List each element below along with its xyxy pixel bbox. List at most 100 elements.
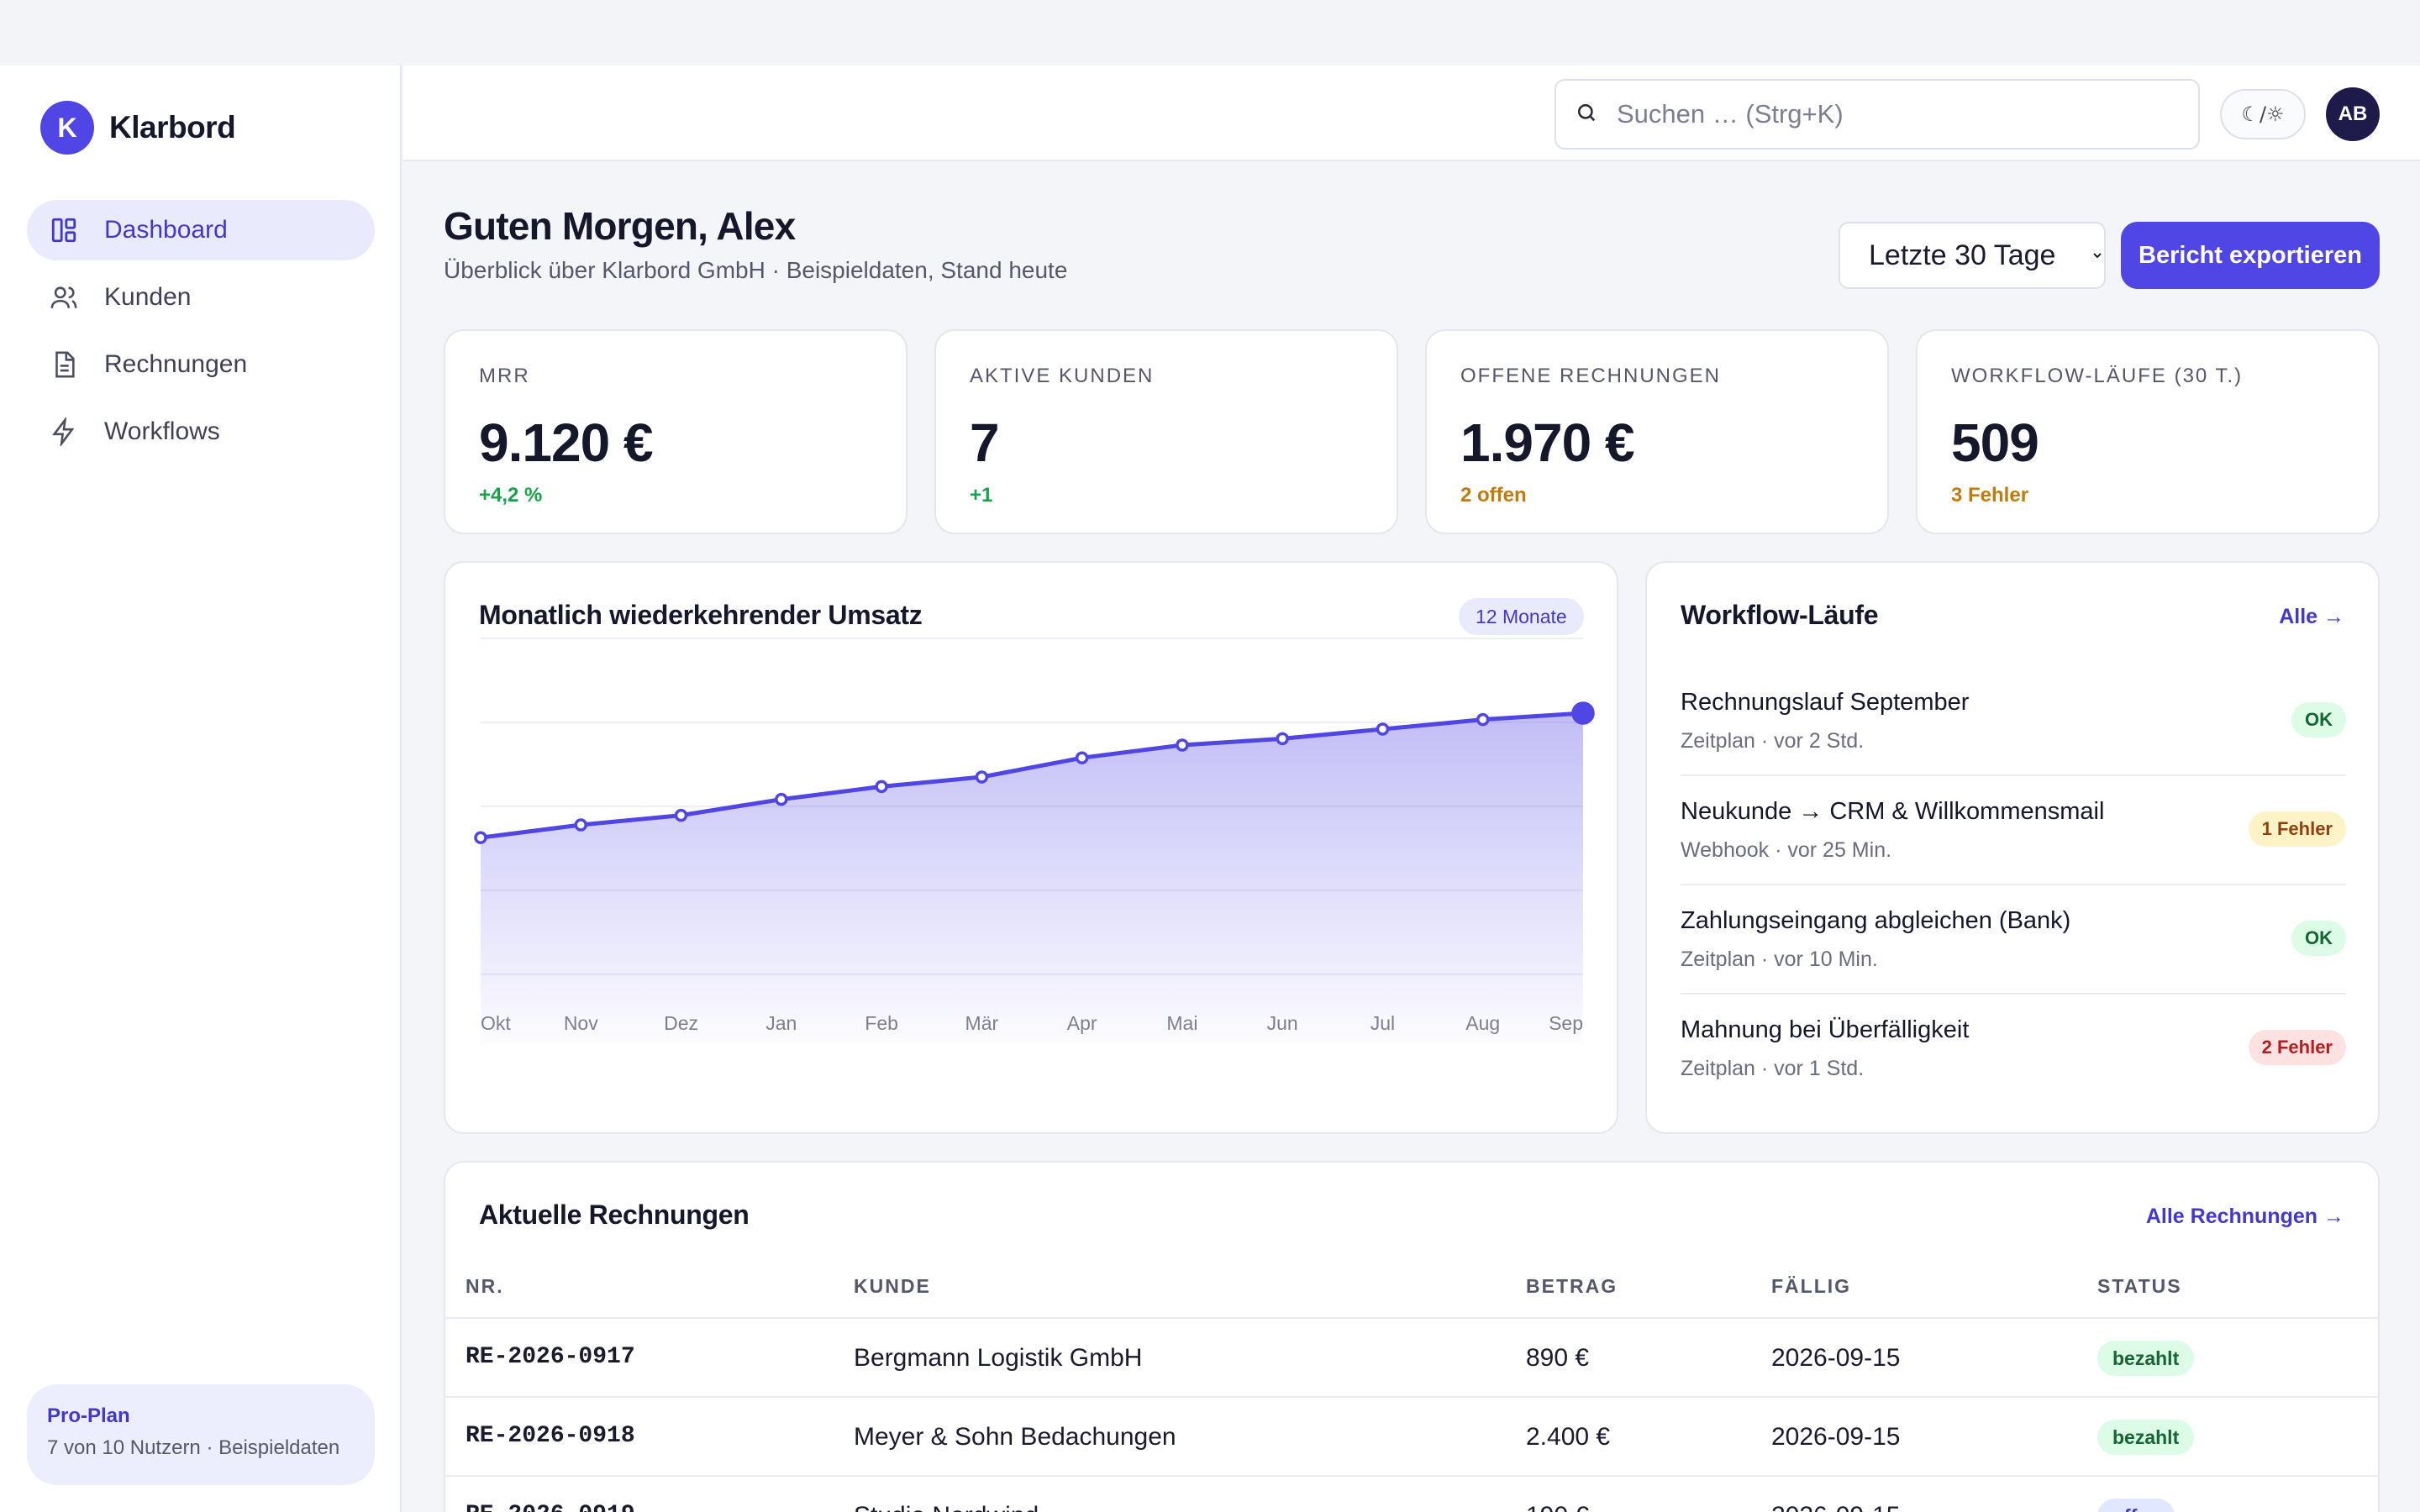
data-point[interactable]: [1571, 701, 1595, 725]
series-area: [481, 713, 1583, 1043]
page-subtitle: Überblick über Klarbord GmbH · Beispield…: [444, 257, 1068, 283]
x-tick-label: Mär: [965, 1012, 999, 1034]
kpi-label: MRR: [479, 365, 530, 387]
search-input[interactable]: [1617, 99, 2121, 129]
workflow-meta: Zeitplan · vor 10 Min.: [1681, 948, 1878, 971]
workflow-item[interactable]: Neukunde → CRM & Willkommensmail Webhook…: [1681, 776, 2346, 885]
page-title: Guten Morgen, Alex: [444, 204, 796, 248]
data-point[interactable]: [875, 780, 888, 794]
invoice-number[interactable]: RE-2026-0919: [466, 1502, 635, 1512]
invoice-due-date: 2026-09-15: [1771, 1502, 1900, 1512]
workflows-all-link[interactable]: Alle →: [2279, 605, 2344, 629]
column-header-kunde[interactable]: KUNDE: [854, 1275, 931, 1298]
kpi-delta: 3 Fehler: [1951, 484, 2029, 507]
browser-top-strip: [0, 0, 2420, 66]
plan-subtitle: 7 von 10 Nutzern · Beispieldaten: [47, 1436, 340, 1459]
search-icon: [1575, 101, 1598, 129]
kpi-card-mrr: MRR 9.120 € +4,2 %: [444, 329, 908, 534]
table-row[interactable]: RE-2026-0917 Bergmann Logistik GmbH 890 …: [445, 1317, 2378, 1396]
invoice-due-date: 2026-09-15: [1771, 1344, 1901, 1372]
data-point[interactable]: [775, 792, 788, 806]
sidebar-item-label: Rechnungen: [104, 350, 248, 378]
status-badge: OK: [2291, 702, 2346, 738]
data-point[interactable]: [1276, 732, 1289, 746]
export-report-button[interactable]: Bericht exportieren: [2121, 222, 2380, 289]
kpi-value: 7: [970, 412, 1000, 473]
brand-name: Klarbord: [109, 110, 236, 144]
mrr-chart: Okt Nov Dez Jan Feb Mär Apr Mai Jun Jul Aug Sep: [474, 638, 1595, 1043]
x-tick-label: Nov: [564, 1012, 598, 1034]
sidebar-item-label: Dashboard: [104, 216, 228, 244]
status-badge: 2 Fehler: [2248, 1030, 2346, 1065]
invoices-all-link[interactable]: Alle Rechnungen →: [2146, 1205, 2344, 1229]
x-tick-label: Feb: [865, 1012, 898, 1034]
data-point[interactable]: [1376, 722, 1390, 736]
x-tick-label: Jun: [1267, 1012, 1298, 1034]
sidebar-item-rechnungen[interactable]: Rechnungen: [27, 334, 375, 395]
data-point[interactable]: [574, 818, 588, 832]
status-badge: OK: [2291, 921, 2346, 956]
sidebar-item-workflows[interactable]: Workflows: [27, 402, 375, 462]
x-tick-label: Okt: [481, 1012, 511, 1034]
status-badge: offen: [2097, 1499, 2175, 1512]
data-point[interactable]: [674, 808, 688, 822]
revenue-panel: Monatlich wiederkehrender Umsatz 12 Mona…: [444, 561, 1618, 1134]
data-point[interactable]: [1476, 712, 1490, 727]
invoice-amount: 890 €: [1526, 1344, 1590, 1372]
x-tick-label: Sep: [1549, 1012, 1583, 1034]
kpi-label: OFFENE RECHNUNGEN: [1460, 365, 1722, 387]
sidebar-item-label: Workflows: [104, 417, 220, 445]
plan-card[interactable]: Pro-Plan 7 von 10 Nutzern · Beispieldate…: [27, 1384, 375, 1485]
x-tick-label: Aug: [1465, 1012, 1500, 1034]
sidebar-item-label: Kunden: [104, 283, 192, 311]
kpi-delta: +4,2 %: [479, 484, 543, 507]
avatar[interactable]: AB: [2326, 87, 2380, 141]
workflow-name: Zahlungseingang abgleichen (Bank): [1681, 907, 2071, 934]
kpi-card-open-invoices: OFFENE RECHNUNGEN 1.970 € 2 offen: [1425, 329, 1889, 534]
workflow-name: Neukunde → CRM & Willkommensmail: [1681, 798, 2105, 825]
invoice-due-date: 2026-09-15: [1771, 1423, 1901, 1451]
top-header: ☾/☼ AB: [403, 66, 2420, 161]
brand[interactable]: K Klarbord: [40, 101, 236, 155]
kpi-value: 9.120 €: [479, 412, 654, 473]
search-box[interactable]: [1555, 79, 2200, 150]
invoice-number[interactable]: RE-2026-0917: [466, 1344, 635, 1370]
x-tick-label: Jul: [1370, 1012, 1395, 1034]
sidebar-item-dashboard[interactable]: Dashboard: [27, 200, 375, 260]
users-icon: [49, 282, 79, 312]
x-tick-label: Jan: [765, 1012, 797, 1034]
status-badge: bezahlt: [2097, 1341, 2195, 1376]
invoice-amount: 190 €: [1526, 1502, 1589, 1512]
workflow-name: Mahnung bei Überfälligkeit: [1681, 1016, 1970, 1043]
workflow-item[interactable]: Mahnung bei Überfälligkeit Zeitplan · vo…: [1681, 995, 2346, 1104]
kpi-label: WORKFLOW-LÄUFE (30 T.): [1951, 365, 2244, 387]
column-header-betrag[interactable]: BETRAG: [1526, 1275, 1618, 1298]
date-range-select[interactable]: Letzte 30 Tage: [1839, 222, 2106, 289]
theme-toggle[interactable]: ☾/☼: [2220, 89, 2306, 139]
data-point[interactable]: [1075, 751, 1089, 764]
dashboard-icon: [49, 215, 79, 245]
invoice-amount: 2.400 €: [1526, 1423, 1611, 1451]
brand-logo: K: [40, 101, 94, 155]
workflow-item[interactable]: Rechnungslauf September Zeitplan · vor 2…: [1681, 667, 2346, 776]
data-point[interactable]: [1176, 738, 1189, 752]
table-row[interactable]: RE-2026-0918 Meyer & Sohn Bedachungen 2.…: [445, 1396, 2378, 1475]
column-header-nr[interactable]: NR.: [466, 1275, 504, 1298]
table-row[interactable]: RE-2026-0919 Studio Nordwind 190 € 2026-…: [445, 1475, 2378, 1512]
workflow-meta: Zeitplan · vor 2 Std.: [1681, 729, 1865, 753]
invoice-customer: Bergmann Logistik GmbH: [854, 1344, 1143, 1372]
invoice-number[interactable]: RE-2026-0918: [466, 1423, 635, 1449]
workflow-item[interactable]: Zahlungseingang abgleichen (Bank) Zeitpl…: [1681, 885, 2346, 995]
column-header-status[interactable]: STATUS: [2097, 1275, 2182, 1298]
invoice-customer: Meyer & Sohn Bedachungen: [854, 1423, 1176, 1451]
sidebar-nav: Dashboard Kunden Rechnungen Workflows: [27, 200, 375, 469]
workflow-name: Rechnungslauf September: [1681, 689, 1970, 716]
workflow-panel: Workflow-Läufe Alle → Rechnungslauf Sept…: [1645, 561, 2380, 1134]
x-tick-label: Dez: [664, 1012, 698, 1034]
plan-title: Pro-Plan: [47, 1404, 130, 1427]
sidebar-item-kunden[interactable]: Kunden: [27, 267, 375, 328]
data-point[interactable]: [975, 770, 989, 784]
data-point[interactable]: [474, 831, 487, 844]
column-header-faellig[interactable]: FÄLLIG: [1771, 1275, 1851, 1298]
workflow-panel-title: Workflow-Läufe: [1681, 600, 1879, 630]
